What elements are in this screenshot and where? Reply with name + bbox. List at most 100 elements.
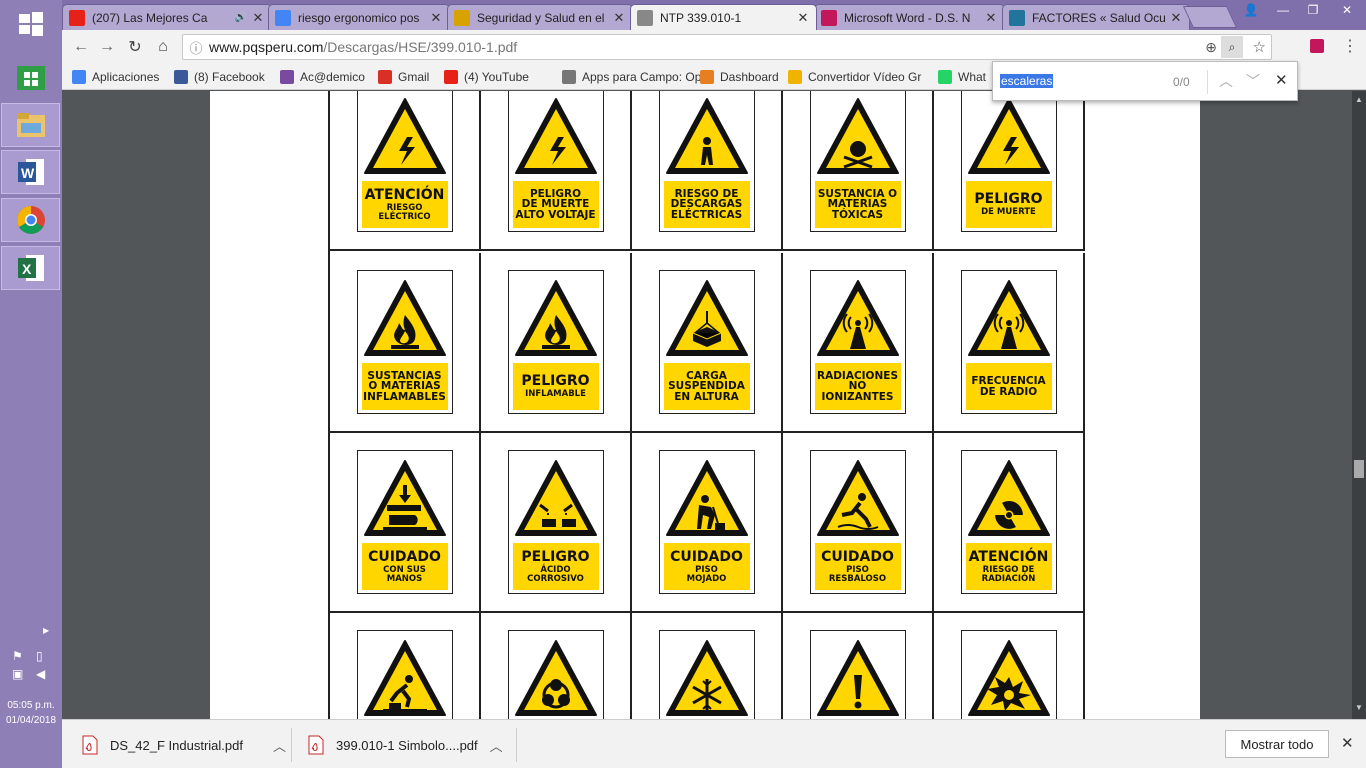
volume-icon[interactable]: ◀ [36, 667, 45, 681]
tab[interactable]: FACTORES « Salud Ocu ✕ [1002, 4, 1190, 30]
bookmark-item[interactable]: (4) YouTube [444, 68, 529, 86]
tray-expand-icon[interactable]: ▶ [43, 626, 49, 635]
bookmark-item[interactable]: Ac@demico [280, 68, 365, 86]
bookmark-label: (4) YouTube [464, 70, 529, 84]
tab[interactable]: Microsoft Word - D.S. N ✕ [814, 4, 1005, 30]
find-next-icon[interactable]: ﹀ [1246, 71, 1260, 91]
zoom-icon[interactable]: ⊕ [1205, 39, 1217, 56]
network-icon[interactable]: ▣ [12, 667, 23, 681]
bookmark-item[interactable]: Apps para Campo: Op [562, 68, 701, 86]
tab-close-icon[interactable]: ✕ [612, 10, 626, 26]
warning-sign: ATENCIÓNRIESGO BIOLÓGICO [507, 630, 604, 719]
forward-button[interactable]: → [96, 36, 118, 58]
find-close-icon[interactable]: ✕ [1275, 71, 1288, 89]
sign-cell: PELIGRO INFLAMABLE [481, 253, 632, 433]
sign-subtitle: RIESGO ELÉCTRICO [378, 203, 431, 222]
tab[interactable]: riesgo ergonomico pos ✕ [268, 4, 450, 30]
tab-close-icon[interactable]: ✕ [984, 10, 998, 26]
tab[interactable]: NTP 339.010-1 ✕ [630, 4, 817, 30]
start-button[interactable] [1, 2, 60, 46]
info-icon[interactable]: ⓘ [183, 38, 209, 57]
clock-date[interactable]: 01/04/2018 [0, 715, 62, 726]
back-button[interactable]: ← [70, 36, 92, 58]
bookmark-item[interactable]: What [938, 68, 986, 86]
store-app-button[interactable] [1, 54, 60, 98]
word-icon: W [17, 159, 44, 185]
tab[interactable]: (207) Las Mejores Ca 🔊 ✕ [62, 4, 272, 30]
bookmark-item[interactable]: Dashboard [700, 68, 779, 86]
page-icon [637, 9, 653, 26]
store-icon [16, 66, 45, 90]
bookmark-label: Aplicaciones [92, 70, 160, 84]
tab-close-icon[interactable]: ✕ [796, 10, 810, 26]
address-bar[interactable]: ⓘ www.pqsperu.com/Descargas/HSE/399.010-… [182, 34, 1272, 60]
maximize-button[interactable]: ❐ [1298, 0, 1328, 20]
reload-button[interactable]: ↻ [124, 36, 146, 58]
tab-close-icon[interactable]: ✕ [429, 10, 443, 26]
sign-cell: ATENCIÓNPELIGRO DE OBSTÁCULOS [330, 613, 481, 719]
sign-cell: SUSTANCIAS O MATERIAS INFLAMABLES [330, 253, 481, 433]
tab-close-icon[interactable]: ✕ [1169, 10, 1183, 26]
download-menu-chevron-icon[interactable]: ︿ [490, 736, 503, 755]
show-all-button[interactable]: Mostrar todo [1225, 730, 1329, 758]
flame-warning-icon [514, 280, 597, 356]
scroll-thumb[interactable] [1354, 460, 1364, 478]
close-downloads-icon[interactable]: ✕ [1341, 734, 1354, 752]
scroll-down-icon[interactable]: ▼ [1355, 703, 1363, 712]
excel-app-button[interactable]: X [1, 246, 60, 290]
flag-icon[interactable]: ⚑ [12, 649, 23, 663]
find-match-count: 0/0 [1173, 75, 1190, 89]
find-prev-icon[interactable]: ︿ [1219, 71, 1233, 91]
sign-title: CUIDADO [670, 549, 743, 565]
sign-title: CUIDADO [821, 549, 894, 565]
bookmark-item[interactable]: (8) Facebook [174, 68, 265, 86]
sign-title: PELIGRO [521, 373, 590, 390]
speaker-icon[interactable]: 🔊 [235, 12, 247, 23]
file-explorer-app-button[interactable] [1, 103, 60, 147]
sign-subtitle: PISO RESBALOSO [828, 565, 887, 584]
sign-cell: PELIGRO DE MUERTE [934, 91, 1085, 251]
bookmark-item[interactable]: Gmail [378, 68, 429, 86]
bookmark-item[interactable]: Convertidor Vídeo Gr [788, 68, 921, 86]
menu-icon[interactable]: ⋮ [1342, 36, 1358, 56]
pdf-page: ATENCIÓN RIESGO ELÉCTRICO PELIGRO DE MUERT… [210, 91, 1200, 719]
new-tab-button[interactable] [1182, 6, 1238, 28]
bookmark-label: (8) Facebook [194, 70, 265, 84]
google-icon [275, 9, 291, 26]
chrome-app-button[interactable] [1, 198, 60, 242]
vertical-scrollbar[interactable]: ▲ ▼ [1352, 91, 1366, 719]
bookmark-star-icon[interactable]: ☆ [1253, 38, 1266, 56]
profile-icon[interactable]: 👤 [1236, 0, 1266, 20]
bookmark-item[interactable]: Aplicaciones [72, 68, 159, 86]
battery-icon[interactable]: ▯ [36, 649, 43, 663]
scroll-up-icon[interactable]: ▲ [1355, 95, 1363, 104]
extension-icon[interactable] [1310, 39, 1324, 53]
download-item-1[interactable]: DS_42_F Industrial.pdf ︿ [82, 728, 286, 762]
word-app-button[interactable]: W [1, 150, 60, 194]
sign-subtitle: DE MUERTE [981, 207, 1036, 218]
minimize-button[interactable]: — [1268, 0, 1298, 20]
find-icon[interactable]: ⌕ [1221, 36, 1243, 58]
hat-icon [454, 9, 470, 26]
tab-title: riesgo ergonomico pos [298, 10, 420, 25]
clock-time[interactable]: 05:05 p.m. [0, 700, 62, 711]
find-input[interactable]: escaleras [1000, 74, 1054, 88]
download-filename: 399.010-1 Simbolo....pdf [336, 737, 478, 753]
sign-text: FRECUENCIA DE RADIO [971, 375, 1046, 398]
sign-label: CARGA SUSPENDIDA EN ALTURA [663, 363, 750, 410]
sign-label: PELIGRO DE MUERTE [965, 181, 1052, 228]
warning-sign: ATENCIÓNMATERIAL EXPLOSIVO [960, 630, 1057, 719]
warning-sign: ATENCIÓNBAJA TEMPERATURA [658, 630, 755, 719]
close-window-button[interactable]: ✕ [1328, 0, 1366, 20]
url-host: www.pqsperu.com [209, 39, 324, 55]
tab[interactable]: Seguridad y Salud en el ✕ [447, 4, 633, 30]
tab-close-icon[interactable]: ✕ [251, 10, 265, 26]
excel-icon: X [17, 255, 44, 281]
download-item-2[interactable]: 399.010-1 Simbolo....pdf ︿ [308, 728, 503, 762]
home-button[interactable]: ⌂ [152, 36, 174, 58]
acid-warning-icon [514, 460, 597, 536]
sign-cell: ATENCIÓNMATERIAL EXPLOSIVO [934, 613, 1085, 719]
download-menu-chevron-icon[interactable]: ︿ [273, 736, 286, 755]
tab-title: Microsoft Word - D.S. N [844, 10, 971, 25]
whatsapp-icon [938, 70, 952, 84]
